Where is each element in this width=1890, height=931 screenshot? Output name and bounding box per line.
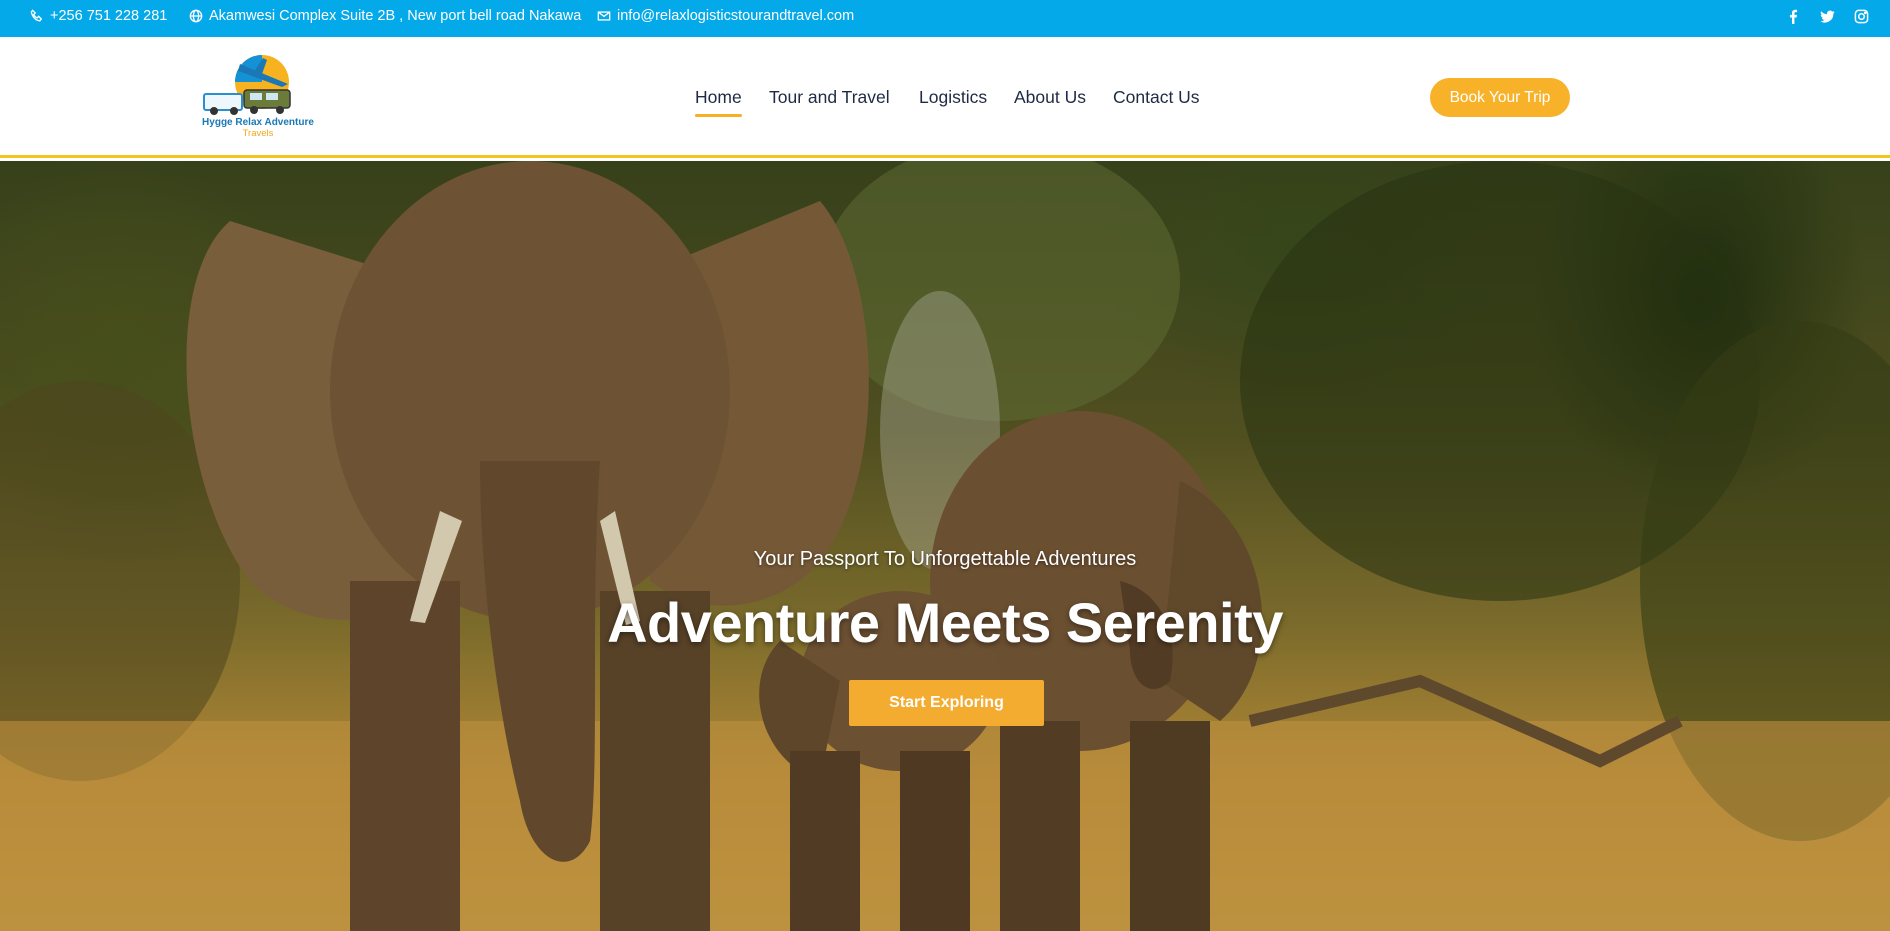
hero-headline: Adventure Meets Serenity <box>607 591 1283 654</box>
top-info-bar: +256 751 228 281 Akamwesi Complex Suite … <box>0 0 1890 37</box>
globe-icon <box>189 9 203 23</box>
hero-tagline: Your Passport To Unforgettable Adventure… <box>753 548 1137 570</box>
logo-text-primary: Hygge Relax Adventure <box>202 117 314 128</box>
hero-overlay <box>0 161 1890 931</box>
facebook-icon <box>1789 9 1797 24</box>
instagram-icon <box>1854 9 1868 23</box>
logo-emblem-icon <box>203 55 291 115</box>
address-contact: Akamwesi Complex Suite 2B , New port bel… <box>189 0 581 32</box>
email-contact[interactable]: info@relaxlogisticstourandtravel.com <box>597 0 854 32</box>
nav-item-logistics[interactable]: Logistics <box>919 87 987 108</box>
nav-active-indicator <box>695 114 742 117</box>
logo-text-secondary: Travels <box>242 128 274 139</box>
site-logo[interactable]: Hygge Relax Adventure Travels <box>200 54 320 142</box>
site-header: Hygge Relax Adventure Travels Home Tour … <box>0 37 1890 158</box>
nav-item-about-us[interactable]: About Us <box>1014 87 1086 108</box>
address-text: Akamwesi Complex Suite 2B , New port bel… <box>209 8 582 24</box>
phone-contact[interactable]: +256 751 228 281 <box>30 0 167 32</box>
book-your-trip-button[interactable]: Book Your Trip <box>1430 78 1570 117</box>
instagram-link[interactable] <box>1850 0 1872 32</box>
phone-icon <box>30 9 43 22</box>
start-exploring-button[interactable]: Start Exploring <box>849 680 1044 726</box>
hero-section: Your Passport To Unforgettable Adventure… <box>0 161 1890 931</box>
nav-item-home[interactable]: Home <box>695 87 742 108</box>
nav-item-contact-us[interactable]: Contact Us <box>1113 87 1200 108</box>
email-text: info@relaxlogisticstourandtravel.com <box>617 8 855 24</box>
twitter-link[interactable] <box>1816 0 1838 32</box>
mail-icon <box>597 11 611 21</box>
nav-item-tour-and-travel[interactable]: Tour and Travel <box>769 87 890 108</box>
facebook-link[interactable] <box>1782 0 1804 32</box>
phone-text: +256 751 228 281 <box>50 8 168 24</box>
twitter-icon <box>1819 10 1835 23</box>
